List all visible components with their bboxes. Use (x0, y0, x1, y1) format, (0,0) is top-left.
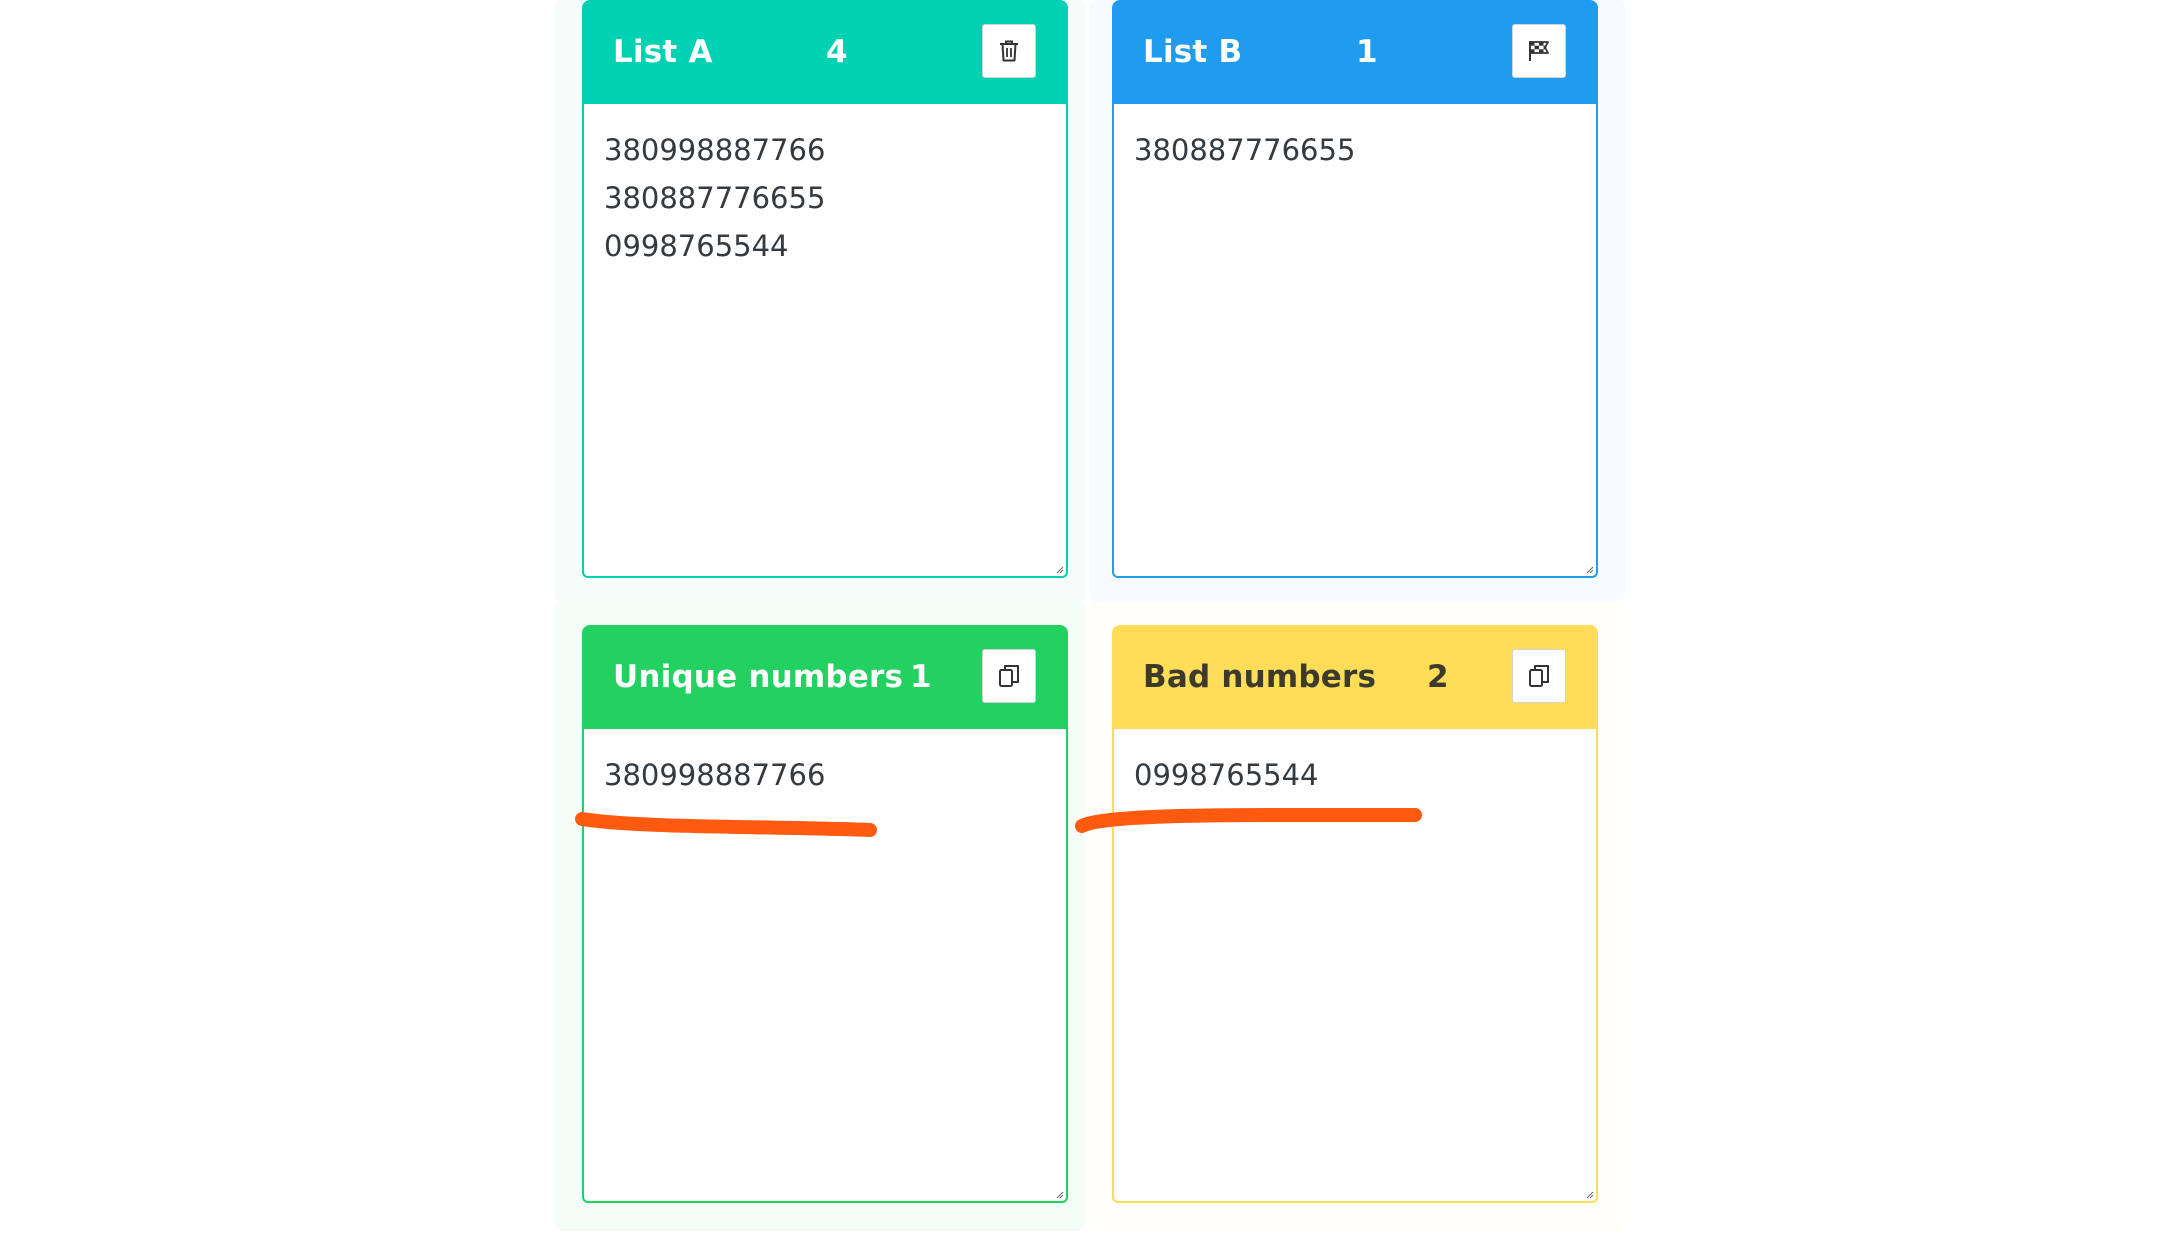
resize-grip-icon[interactable] (1584, 564, 1594, 574)
clear-list-a-button[interactable] (982, 24, 1036, 78)
list-b-count: 1 (1356, 34, 1378, 70)
copy-unique-button[interactable] (982, 649, 1036, 703)
unique-numbers-panel: Unique numbers 1 380998887766 (582, 625, 1068, 1203)
unique-numbers-textarea[interactable]: 380998887766 (582, 729, 1068, 1203)
list-a-title: List A (613, 34, 713, 70)
copy-icon (999, 665, 1019, 687)
list-a-textarea[interactable]: 380998887766 380887776655 0998765544 (582, 104, 1068, 578)
resize-grip-icon[interactable] (1054, 1189, 1064, 1199)
compare-button[interactable] (1512, 24, 1566, 78)
resize-grip-icon[interactable] (1584, 1189, 1594, 1199)
list-b-header: List B 1 (1112, 0, 1598, 104)
list-a-count: 4 (826, 34, 848, 70)
unique-numbers-title: Unique numbers (613, 659, 904, 695)
bad-numbers-textarea[interactable]: 0998765544 (1112, 729, 1598, 1203)
trash-icon (1000, 40, 1018, 62)
list-b-panel: List B 1 380887776655 (1112, 0, 1598, 578)
copy-icon (1529, 665, 1549, 687)
bad-numbers-content: 0998765544 (1134, 758, 1319, 792)
list-b-title: List B (1143, 34, 1243, 70)
bad-numbers-count: 2 (1427, 659, 1449, 695)
unique-numbers-count: 1 (910, 659, 932, 695)
copy-bad-button[interactable] (1512, 649, 1566, 703)
unique-numbers-content: 380998887766 (604, 758, 826, 792)
bad-numbers-header: Bad numbers 2 (1112, 625, 1598, 729)
resize-grip-icon[interactable] (1054, 564, 1064, 574)
unique-numbers-header: Unique numbers 1 (582, 625, 1068, 729)
list-a-header: List A 4 (582, 0, 1068, 104)
list-b-textarea[interactable]: 380887776655 (1112, 104, 1598, 578)
list-b-content: 380887776655 (1134, 133, 1356, 167)
list-a-content: 380998887766 380887776655 0998765544 (604, 133, 826, 263)
bad-numbers-title: Bad numbers (1143, 659, 1377, 695)
bad-numbers-panel: Bad numbers 2 0998765544 (1112, 625, 1598, 1203)
checkered-flag-icon (1529, 41, 1549, 61)
list-a-panel: List A 4 380998887766 380887776655 09987… (582, 0, 1068, 578)
